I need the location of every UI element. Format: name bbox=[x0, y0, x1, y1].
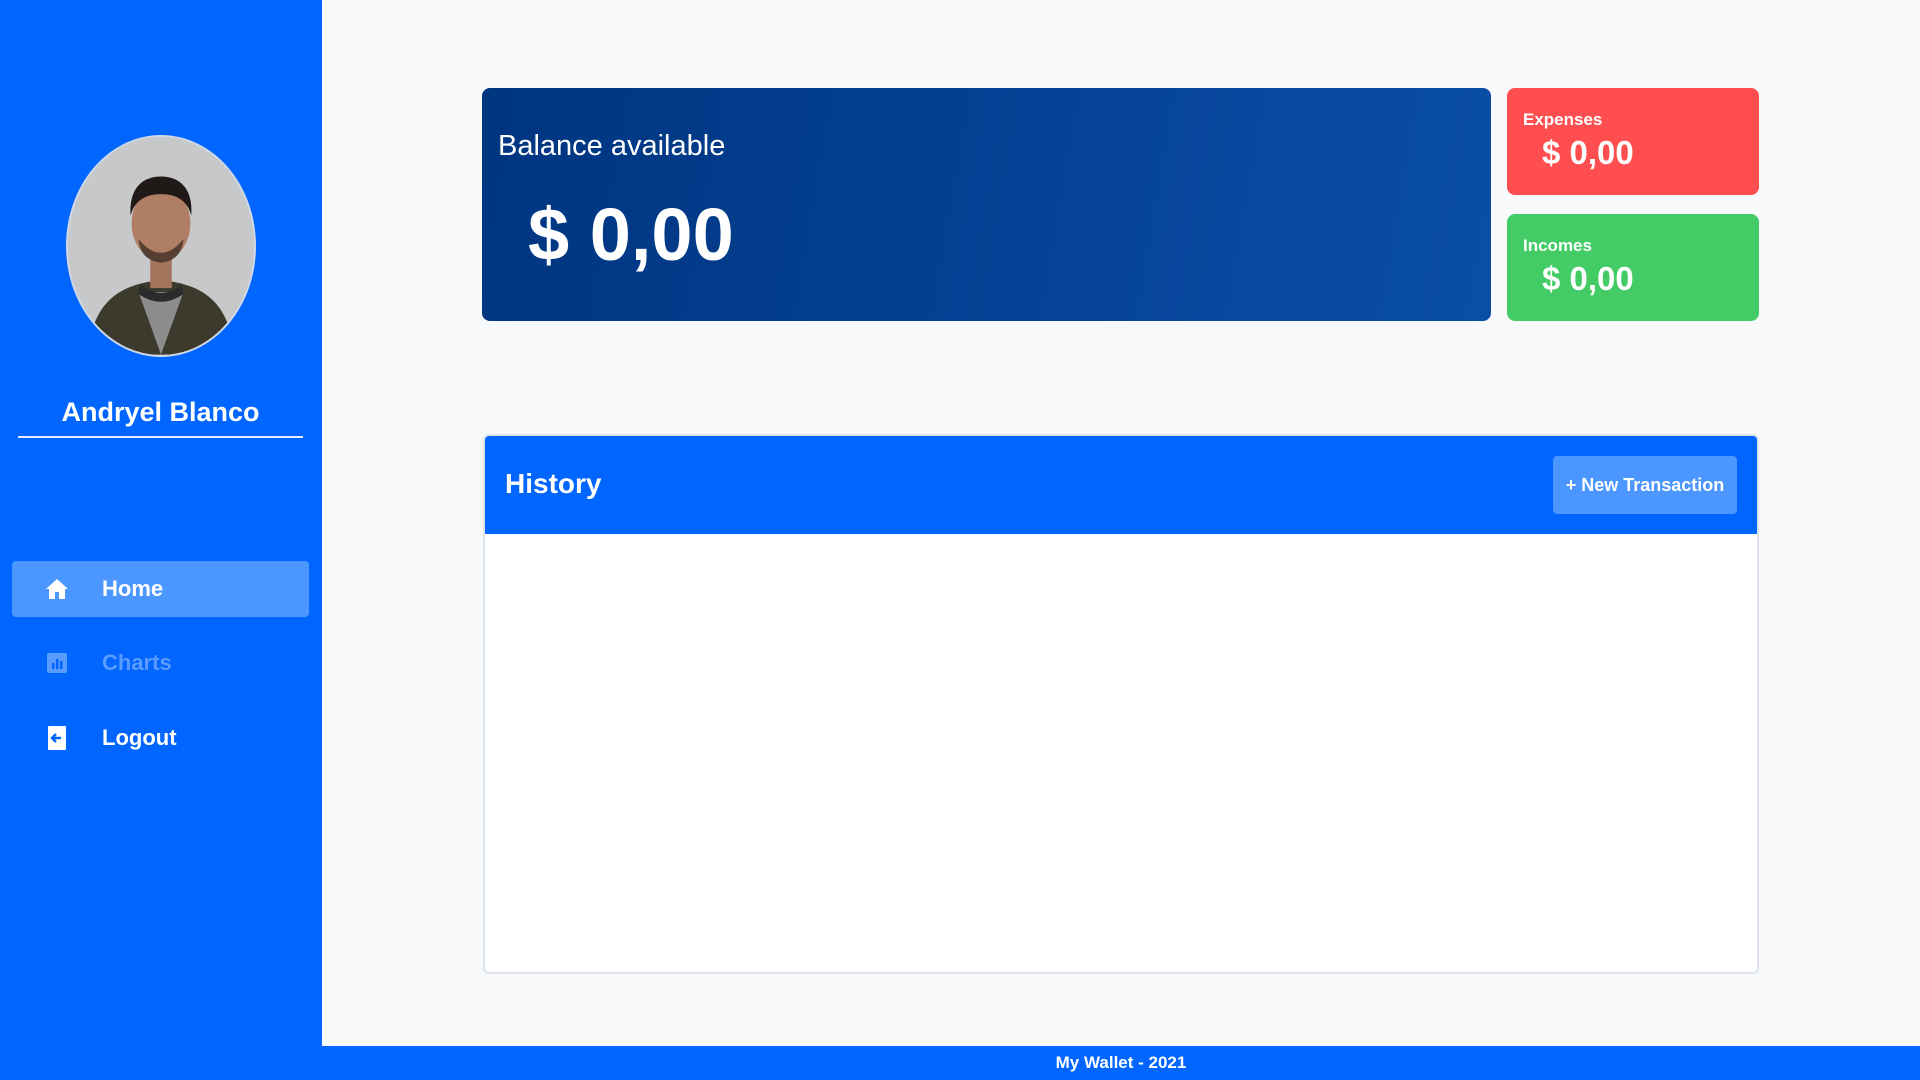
sidebar-item-charts[interactable]: Charts bbox=[12, 635, 309, 691]
sidebar-item-label: Logout bbox=[102, 725, 177, 750]
sidebar-item-label: Charts bbox=[102, 650, 172, 675]
footer: My Wallet - 2021 bbox=[322, 1046, 1920, 1080]
expenses-value: $ 0,00 bbox=[1542, 134, 1634, 171]
new-transaction-button[interactable]: + New Transaction bbox=[1553, 456, 1737, 514]
logout-icon bbox=[44, 725, 70, 751]
home-icon bbox=[44, 576, 70, 602]
bar-chart-icon bbox=[44, 650, 70, 676]
user-name: Andryel Blanco bbox=[18, 392, 303, 438]
incomes-label: Incomes bbox=[1523, 236, 1592, 255]
expenses-label: Expenses bbox=[1523, 110, 1603, 129]
history-title: History bbox=[505, 468, 602, 499]
user-photo bbox=[68, 137, 254, 355]
incomes-value: $ 0,00 bbox=[1542, 260, 1634, 297]
expenses-card: Expenses $ 0,00 bbox=[1507, 88, 1759, 195]
avatar bbox=[66, 135, 256, 357]
balance-value: $ 0,00 bbox=[528, 193, 734, 276]
balance-label: Balance available bbox=[498, 130, 726, 162]
history-header: History + New Transaction bbox=[485, 436, 1757, 534]
sidebar-item-home[interactable]: Home bbox=[12, 561, 309, 617]
incomes-card: Incomes $ 0,00 bbox=[1507, 214, 1759, 321]
history-list bbox=[485, 534, 1757, 972]
app-root: Andryel Blanco Home Charts Logout Balanc… bbox=[0, 0, 1920, 1080]
sidebar-item-logout[interactable]: Logout bbox=[12, 710, 309, 766]
history-panel: History + New Transaction bbox=[483, 434, 1759, 974]
sidebar-item-label: Home bbox=[102, 576, 164, 601]
balance-card: Balance available $ 0,00 bbox=[482, 88, 1491, 321]
sidebar: Andryel Blanco Home Charts Logout bbox=[0, 0, 322, 1080]
